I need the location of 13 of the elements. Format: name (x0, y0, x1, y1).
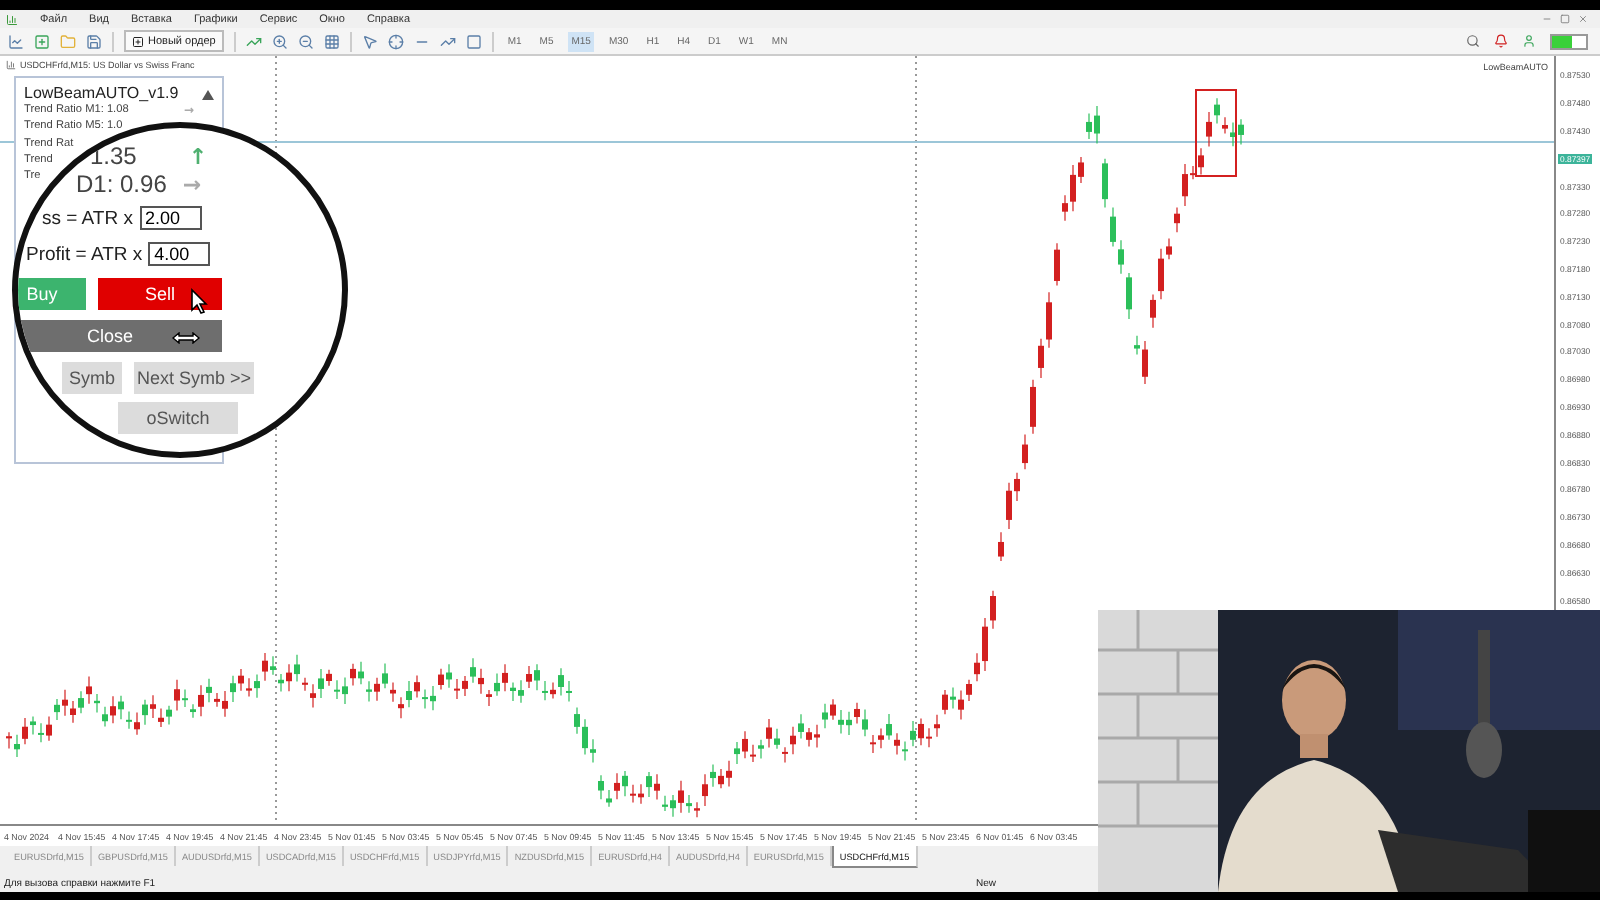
close-button[interactable]: Close (18, 320, 222, 352)
trend-arrow: ↑ (188, 143, 208, 169)
atr-label: Profit = ATR x (26, 243, 143, 265)
trend-ratio-text: D1: 0.96 (76, 170, 167, 198)
panel-button[interactable]: Symb (62, 362, 122, 394)
panel-button[interactable]: Next Symb >> (134, 362, 254, 394)
atr-input[interactable]: 4.00 (148, 242, 211, 266)
atr-input[interactable]: 2.00 (139, 206, 201, 230)
trend-arrow: → (182, 171, 202, 197)
panel-button[interactable]: oSwitch (118, 402, 238, 434)
atr-label: ss = ATR x (42, 207, 133, 229)
sell-button[interactable]: Sell (98, 278, 222, 310)
panel-title: LowBeamAUTO_v1.9 (24, 84, 179, 102)
